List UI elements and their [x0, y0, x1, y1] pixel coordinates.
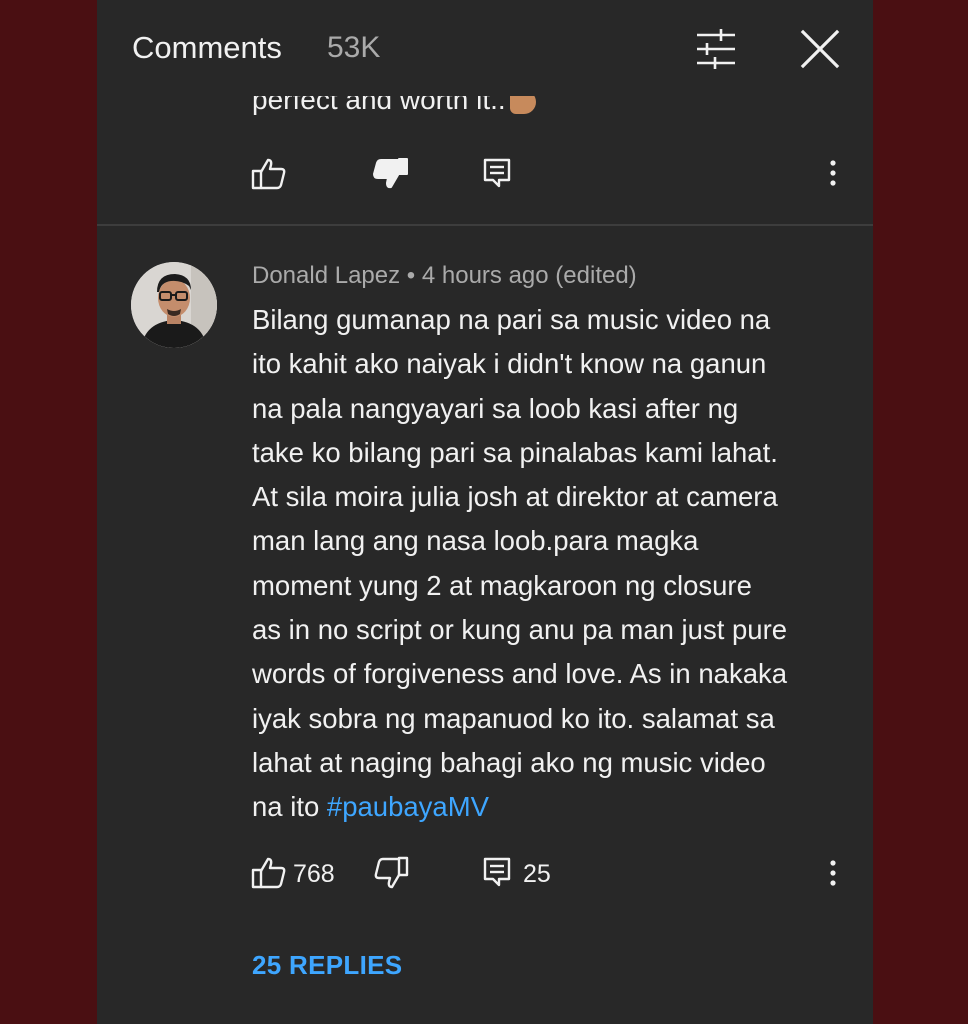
comment-line: na pala nangyayari sa loob kasi after ng [252, 392, 739, 424]
hashtag-link[interactable]: #paubayaMV [327, 791, 489, 822]
comment-author[interactable]: Donald Lapez [252, 262, 400, 289]
comment-meta: Donald Lapez • 4 hours ago (edited) [252, 262, 637, 290]
comment-line: na ito [252, 791, 327, 823]
dislike-button[interactable] [371, 853, 411, 893]
avatar-photo [131, 262, 217, 348]
filter-button[interactable] [693, 26, 739, 72]
more-options-button-previous[interactable] [813, 154, 853, 194]
thumbs-down-icon [373, 158, 408, 189]
close-icon [800, 29, 840, 69]
close-button[interactable] [797, 26, 843, 72]
view-replies-link[interactable]: 25 REPLIES [252, 950, 402, 981]
reply-icon [483, 158, 511, 188]
reply-count: 25 [523, 860, 551, 888]
more-options-button[interactable] [813, 853, 853, 893]
reply-button[interactable] [479, 853, 519, 893]
comments-header: Comments 53K [97, 0, 873, 96]
comments-count: 53K [327, 31, 381, 64]
comment-line: lahat at naging bahagi ako ng music vide… [252, 746, 766, 778]
reply-icon [483, 857, 511, 887]
comment-line: At sila moira julia josh at direktor at … [252, 481, 778, 513]
comment-line: as in no script or kung anu pa man just … [252, 614, 788, 646]
comment-last-line: na ito #paubayaMV [252, 785, 852, 829]
like-button-previous[interactable] [249, 154, 289, 194]
filter-icon [697, 29, 735, 69]
reply-button-previous[interactable] [479, 154, 519, 194]
comment-line: man lang ang nasa loob.para magka [252, 525, 699, 557]
comments-title: Comments [132, 30, 282, 65]
thumbs-down-icon [374, 856, 409, 889]
more-vert-icon [830, 860, 836, 886]
comment-line: ito kahit ako naiyak i didn't know na ga… [252, 348, 767, 380]
like-button[interactable] [249, 853, 289, 893]
comment-line: iyak sobra ng mapanuod ko ito. salamat s… [252, 702, 775, 734]
like-count: 768 [293, 860, 335, 888]
more-vert-icon [830, 160, 836, 186]
thumbs-up-icon [251, 158, 286, 190]
comment-body: Bilang gumanap na pari sa music video na… [252, 298, 852, 830]
dislike-button-previous[interactable] [371, 154, 411, 194]
comment-line: take ko bilang pari sa pinalabas kami la… [252, 436, 778, 468]
comment-divider [97, 224, 873, 226]
comment-line: moment yung 2 at magkaroon ng closure [252, 569, 752, 601]
avatar[interactable] [131, 262, 217, 348]
comment-line: Bilang gumanap na pari sa music video na [252, 304, 771, 335]
comments-panel: perfect and worth it.. Comments 53K Dona… [97, 0, 873, 1024]
comment-line: words of forgiveness and love. As in nak… [252, 658, 788, 690]
comment-timestamp: • 4 hours ago (edited) [400, 262, 637, 289]
thumbs-up-icon [251, 857, 286, 889]
